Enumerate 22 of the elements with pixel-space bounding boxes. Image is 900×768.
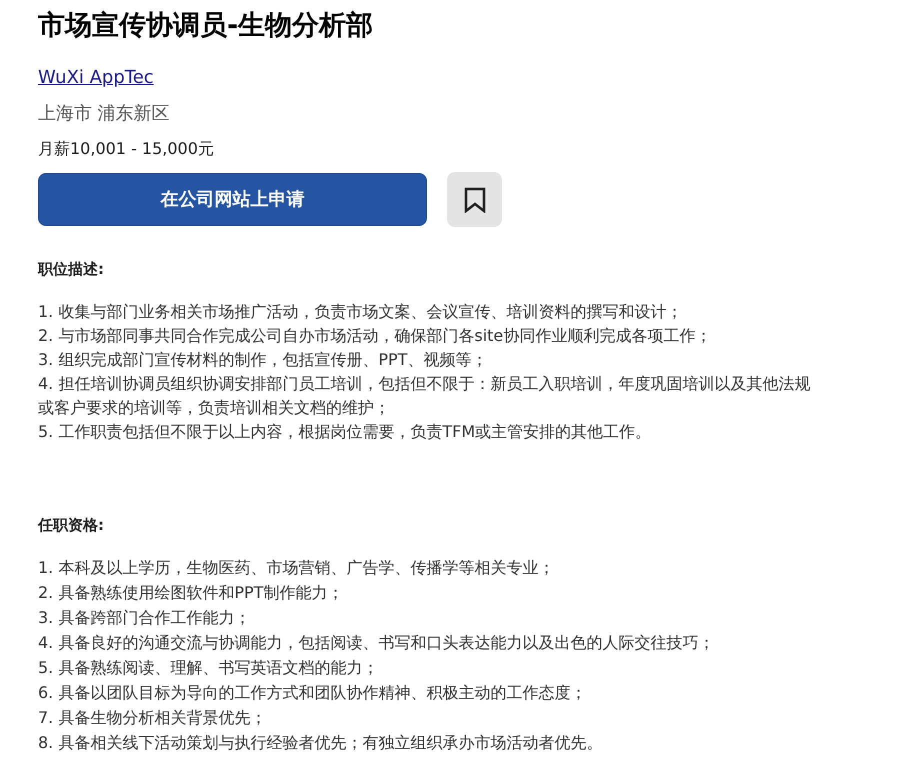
list-item-text: 6. 具备以团队目标为导向的工作方式和团队协作精神、积极主动的工作态度； [38, 682, 586, 704]
list-item-text: 5. 工作职责包括但不限于以上内容，根据岗位需要，负责TFM或主管安排的其他工作。 [38, 421, 652, 443]
list-item-text: 3. 组织完成部门宣传材料的制作，包括宣传册、PPT、视频等； [38, 349, 488, 371]
list-item-text: 1. 本科及以上学历，生物医药、市场营销、广告学、传播学等相关专业； [38, 557, 554, 579]
bookmark-icon [464, 186, 486, 212]
job-title: 市场宣传协调员-生物分析部 [38, 9, 374, 43]
job-location: 上海市 浦东新区 [38, 102, 170, 126]
list-item-text: 5. 具备熟练阅读、理解、书写英语文档的能力； [38, 657, 378, 679]
bookmark-button[interactable] [447, 172, 502, 227]
list-item-text: 8. 具备相关线下活动策划与执行经验者优先；有独立组织承办市场活动者优先。 [38, 732, 602, 754]
section-heading: 职位描述: [38, 259, 104, 280]
list-item-text: 2. 具备熟练使用绘图软件和PPT制作能力； [38, 582, 344, 604]
list-item-text: 3. 具备跨部门合作工作能力； [38, 607, 250, 629]
salary-text: 月薪10,001 - 15,000元 [38, 138, 214, 160]
list-item-text: 1. 收集与部门业务相关市场推广活动，负责市场文案、会议宣传、培训资料的撰写和设计； [38, 301, 682, 323]
list-item-text: 4. 具备良好的沟通交流与协调能力，包括阅读、书写和口头表达能力以及出色的人际交往技巧； [38, 632, 714, 654]
section-heading: 任职资格: [38, 515, 104, 536]
list-item-text: 7. 具备生物分析相关背景优先； [38, 707, 266, 729]
list-item-text: 4. 担任培训协调员组织协调安排部门员工培训，包括但不限于：新员工入职培训，年度巩固培训以及其他法规或客户要求的培训等，负责培训相关文档的维护； [38, 373, 812, 419]
list-item-text: 2. 与市场部同事共同合作完成公司自办市场活动，确保部门各site协同作业顺利完成各项工作； [38, 325, 712, 347]
apply-button[interactable]: 在公司网站上申请 [38, 173, 427, 226]
company-link[interactable]: WuXi AppTec [38, 66, 154, 90]
